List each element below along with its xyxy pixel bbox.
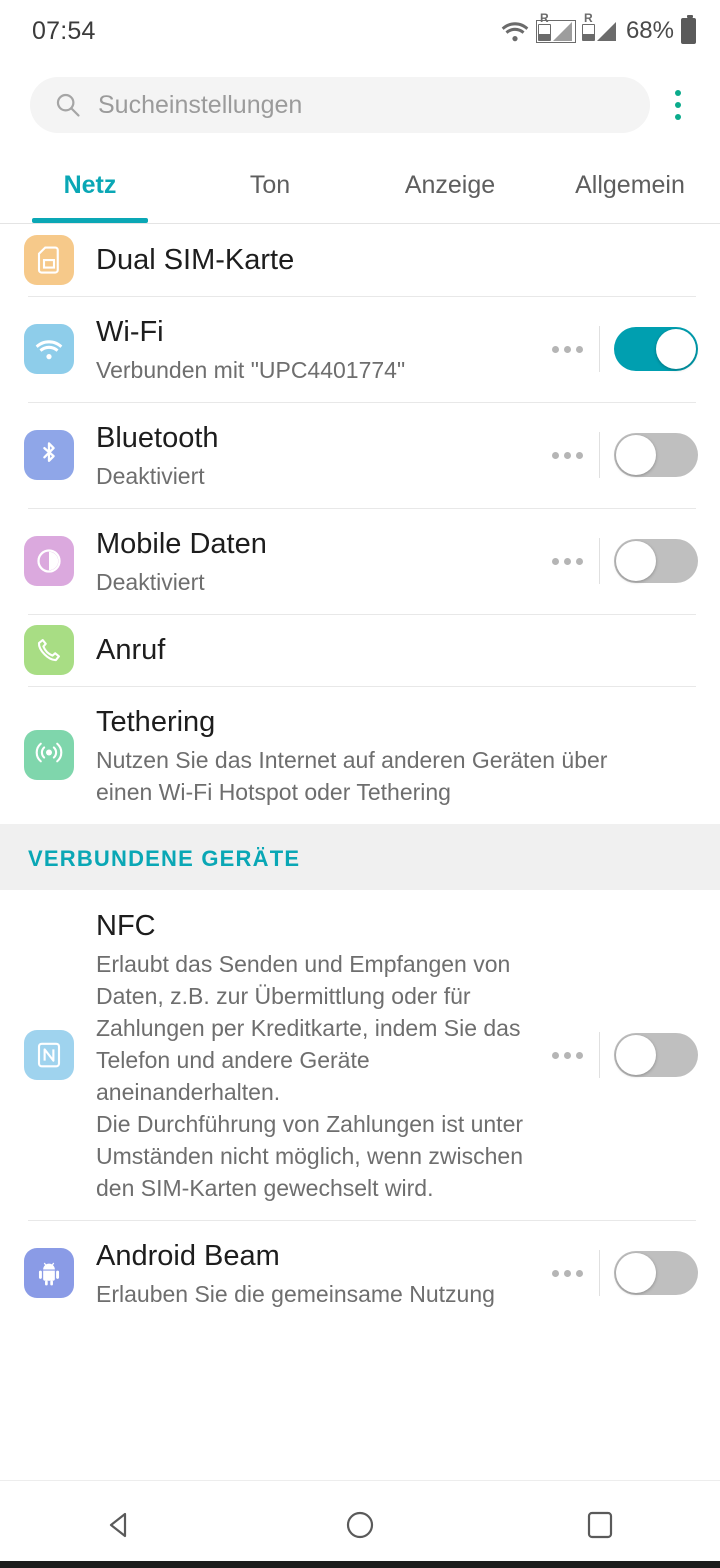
- list-item-subtitle: Deaktiviert: [96, 569, 205, 595]
- sim1-signal-icon: R: [535, 12, 576, 43]
- search-input[interactable]: Sucheinstellungen: [30, 77, 650, 133]
- list-item-title: Android Beam: [96, 1240, 280, 1272]
- phone-icon: [24, 625, 74, 675]
- overflow-dots-icon[interactable]: [539, 345, 595, 353]
- list-item-text: Android Beam Erlauben Sie die gemeinsame…: [96, 1220, 539, 1326]
- list-item-controls: [539, 538, 698, 584]
- list-item-text: Bluetooth Deaktiviert: [96, 402, 539, 508]
- section-header-connected-devices: VERBUNDENE GERÄTE: [0, 824, 720, 890]
- back-triangle-icon[interactable]: [60, 1481, 180, 1568]
- tab-ton[interactable]: Ton: [180, 148, 360, 223]
- hotspot-icon: [24, 730, 74, 780]
- list-item-wifi[interactable]: Wi-Fi Verbunden mit "UPC4401774": [0, 296, 720, 402]
- list-item-title: Anruf: [96, 634, 166, 666]
- sim1-roaming-label: R: [539, 10, 549, 25]
- bluetooth-toggle[interactable]: [614, 433, 698, 477]
- search-icon: [56, 93, 80, 117]
- tab-netz[interactable]: Netz: [0, 148, 180, 223]
- list-item-controls: [539, 1032, 698, 1078]
- android-beam-toggle[interactable]: [614, 1251, 698, 1295]
- list-item-text: Tethering Nutzen Sie das Internet auf an…: [96, 686, 698, 824]
- status-time: 07:54: [32, 16, 96, 45]
- android-robot-icon: [24, 1248, 74, 1298]
- wifi-icon: [24, 324, 74, 374]
- list-item-title: Tethering: [96, 706, 216, 738]
- status-icons: R R 68%: [500, 12, 696, 45]
- list-item-subtitle: Erlauben Sie die gemeinsame Nutzung: [96, 1281, 495, 1307]
- overflow-dots-icon[interactable]: [539, 451, 595, 459]
- list-item-tethering[interactable]: Tethering Nutzen Sie das Internet auf an…: [0, 686, 720, 824]
- mobile-data-toggle[interactable]: [614, 539, 698, 583]
- divider: [599, 326, 600, 372]
- tab-anzeige-label: Anzeige: [404, 171, 496, 199]
- sim-card-icon: [24, 235, 74, 285]
- list-item-text: Wi-Fi Verbunden mit "UPC4401774": [96, 296, 539, 402]
- settings-list[interactable]: Dual SIM-Karte Wi-Fi Verbunden mit "UPC4…: [0, 224, 720, 1480]
- divider: [599, 432, 600, 478]
- list-item-subtitle: Verbunden mit "UPC4401774": [96, 357, 406, 383]
- divider: [599, 1032, 600, 1078]
- divider: [599, 1250, 600, 1296]
- overflow-dots-icon[interactable]: [539, 1051, 595, 1059]
- list-item-text: NFC Erlaubt das Senden und Empfangen von…: [96, 890, 539, 1220]
- kebab-menu-icon[interactable]: [650, 77, 706, 133]
- list-item-title: Bluetooth: [96, 422, 219, 454]
- list-item-controls: [539, 1250, 698, 1296]
- divider: [599, 538, 600, 584]
- wifi-icon: [501, 22, 529, 42]
- list-item-bluetooth[interactable]: Bluetooth Deaktiviert: [0, 402, 720, 508]
- sim2-roaming-label: R: [583, 10, 593, 25]
- tab-netz-label: Netz: [63, 171, 117, 199]
- list-item-title: Mobile Daten: [96, 528, 267, 560]
- bluetooth-icon: [24, 430, 74, 480]
- battery-percent: 68%: [625, 17, 674, 44]
- list-item-subtitle: Nutzen Sie das Internet auf anderen Gerä…: [96, 747, 608, 805]
- list-item-text: Dual SIM-Karte: [96, 224, 698, 296]
- overflow-dots-icon[interactable]: [539, 1269, 595, 1277]
- tab-allgemein-label: Allgemein: [575, 171, 685, 199]
- navigation-bar: [0, 1480, 720, 1568]
- list-item-dual-sim[interactable]: Dual SIM-Karte: [0, 224, 720, 296]
- list-item-nfc[interactable]: NFC Erlaubt das Senden und Empfangen von…: [0, 890, 720, 1220]
- nfc-toggle[interactable]: [614, 1033, 698, 1077]
- list-item-text: Mobile Daten Deaktiviert: [96, 508, 539, 614]
- nfc-icon: [24, 1030, 74, 1080]
- search-placeholder: Sucheinstellungen: [98, 90, 303, 119]
- battery-icon: [681, 15, 696, 44]
- list-item-android-beam[interactable]: Android Beam Erlauben Sie die gemeinsame…: [0, 1220, 720, 1326]
- list-item-title: NFC: [96, 910, 156, 942]
- list-item-title: Wi-Fi: [96, 316, 164, 348]
- overflow-dots-icon[interactable]: [539, 557, 595, 565]
- tab-bar: Netz Ton Anzeige Allgemein: [0, 148, 720, 224]
- tab-allgemein[interactable]: Allgemein: [540, 148, 720, 223]
- home-circle-icon[interactable]: [300, 1481, 420, 1568]
- wifi-toggle[interactable]: [614, 327, 698, 371]
- list-item-mobile-data[interactable]: Mobile Daten Deaktiviert: [0, 508, 720, 614]
- list-item-subtitle: Erlaubt das Senden und Empfangen von Dat…: [96, 951, 524, 1201]
- sim2-signal-icon: R: [581, 12, 617, 41]
- list-item-subtitle: Deaktiviert: [96, 463, 205, 489]
- mobile-data-icon: [24, 536, 74, 586]
- list-item-controls: [539, 326, 698, 372]
- list-item-anruf[interactable]: Anruf: [0, 614, 720, 686]
- phone-screen: 07:54 R R 68% Sucheinstellungen Netz Ton…: [0, 0, 720, 1568]
- search-row: Sucheinstellungen: [0, 62, 720, 148]
- status-bar: 07:54 R R 68%: [0, 0, 720, 62]
- list-item-text: Anruf: [96, 614, 698, 686]
- list-item-controls: [539, 432, 698, 478]
- tab-anzeige[interactable]: Anzeige: [360, 148, 540, 223]
- recents-square-icon[interactable]: [540, 1481, 660, 1568]
- list-item-title: Dual SIM-Karte: [96, 244, 295, 276]
- tab-ton-label: Ton: [249, 171, 291, 199]
